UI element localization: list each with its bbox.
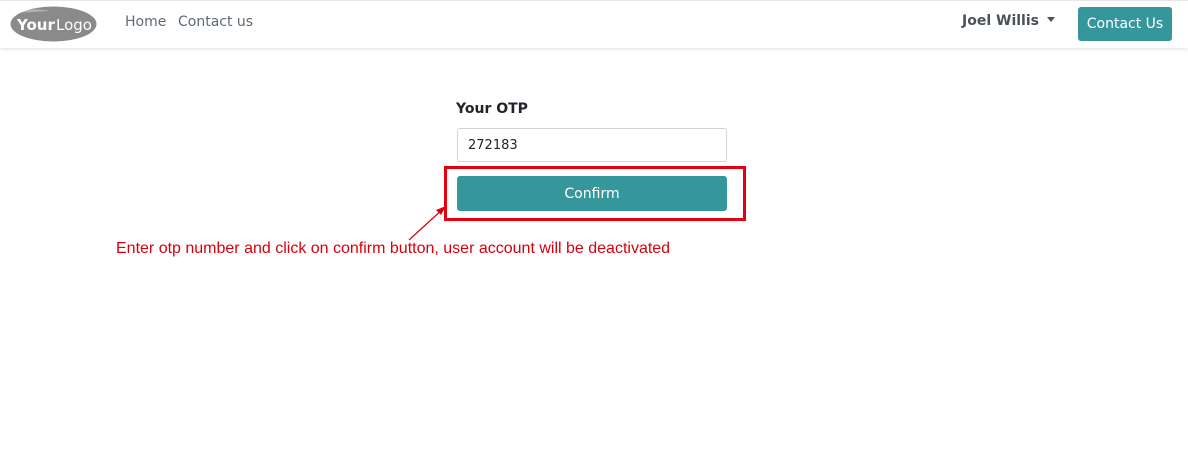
caret-down-icon [1046,16,1055,22]
contact-us-button[interactable]: Contact Us [1078,7,1172,41]
nav-contact-link[interactable]: Contact us [178,14,253,30]
user-name: Joel Willis [962,13,1039,29]
nav-home-link[interactable]: Home [125,14,166,30]
user-menu-dropdown[interactable]: Joel Willis [962,13,1055,29]
otp-label: Your OTP [456,101,528,117]
annotation-text: Enter otp number and click on confirm bu… [116,240,671,257]
brand-logo[interactable]: Your Logo [10,6,97,42]
svg-text:Your: Your [16,16,55,34]
confirm-button[interactable]: Confirm [457,176,727,211]
top-navbar: Your Logo Home Contact us Joel Willis Co… [0,0,1188,48]
svg-text:Logo: Logo [56,16,92,34]
otp-input[interactable] [457,128,727,162]
